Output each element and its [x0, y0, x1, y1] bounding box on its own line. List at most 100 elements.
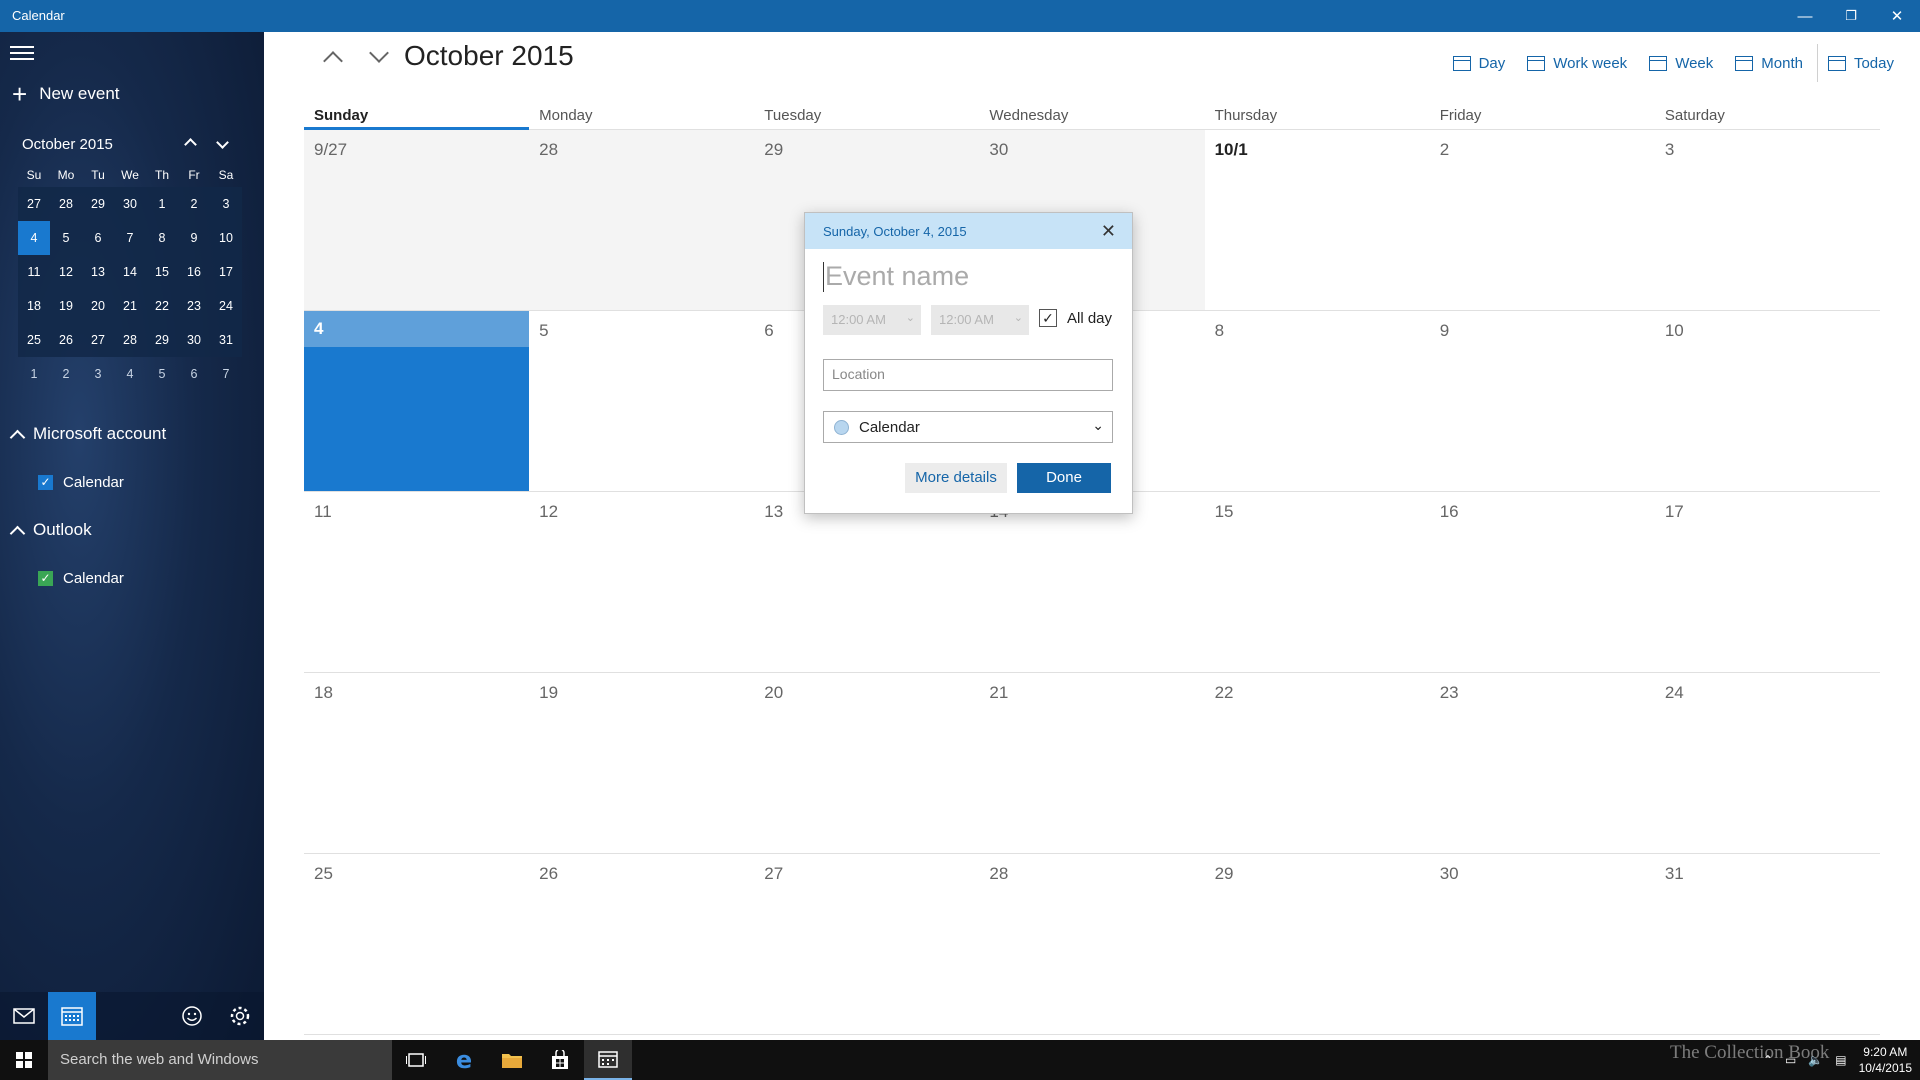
mini-day[interactable]: 30	[114, 187, 146, 221]
day-cell[interactable]: 19	[529, 673, 754, 853]
mini-day[interactable]: 7	[114, 221, 146, 255]
mini-day[interactable]: 5	[50, 221, 82, 255]
network-icon[interactable]: ▭	[1785, 1053, 1796, 1067]
mini-day[interactable]: 27	[18, 187, 50, 221]
start-time-select[interactable]: 12:00 AM ⌄	[823, 305, 921, 335]
day-cell[interactable]: 4	[304, 311, 530, 491]
taskbar-search-input[interactable]: Search the web and Windows	[48, 1040, 392, 1080]
more-details-button[interactable]: More details	[905, 463, 1007, 493]
mini-day[interactable]: 18	[18, 289, 50, 323]
mini-day[interactable]: 22	[146, 289, 178, 323]
checkbox-icon[interactable]: ✓	[38, 571, 53, 586]
close-icon[interactable]: ✕	[1101, 221, 1116, 242]
day-cell[interactable]: 17	[1655, 492, 1880, 672]
windows-start-icon[interactable]	[0, 1040, 48, 1080]
day-cell[interactable]: 10	[1655, 311, 1880, 491]
mini-day[interactable]: 6	[178, 357, 210, 391]
mini-day[interactable]: 20	[82, 289, 114, 323]
mini-day[interactable]: 29	[82, 187, 114, 221]
checkbox-checked-icon[interactable]: ✓	[1039, 309, 1057, 327]
new-event-button[interactable]: + New event	[12, 81, 120, 107]
mini-day[interactable]: 1	[18, 357, 50, 391]
day-cell[interactable]: 10/1	[1205, 130, 1430, 310]
mini-day[interactable]: 6	[82, 221, 114, 255]
mini-day[interactable]: 8	[146, 221, 178, 255]
mini-day[interactable]: 10	[210, 221, 242, 255]
day-cell[interactable]: 18	[304, 673, 529, 853]
calendar-select[interactable]: Calendar ⌄	[823, 411, 1113, 443]
day-cell[interactable]: 11	[304, 492, 529, 672]
day-cell[interactable]: 13	[754, 492, 979, 672]
event-name-input[interactable]: Event name	[823, 261, 969, 292]
view-week-button[interactable]: Week	[1649, 48, 1713, 78]
day-cell[interactable]: 22	[1205, 673, 1430, 853]
mini-day[interactable]: 4	[114, 357, 146, 391]
mini-day[interactable]: 2	[178, 187, 210, 221]
volume-icon[interactable]: 🔈	[1808, 1053, 1823, 1067]
end-time-select[interactable]: 12:00 AM ⌄	[931, 305, 1029, 335]
previous-month-icon[interactable]	[320, 44, 346, 71]
calendar-toggle-outlook[interactable]: ✓ Calendar	[38, 570, 124, 587]
mini-next-month-icon[interactable]	[216, 134, 229, 150]
mini-day[interactable]: 13	[82, 255, 114, 289]
today-button[interactable]: Today	[1827, 48, 1894, 78]
mini-day[interactable]: 21	[114, 289, 146, 323]
view-month-button[interactable]: Month	[1735, 48, 1803, 78]
mini-day[interactable]: 9	[178, 221, 210, 255]
mini-day[interactable]: 17	[210, 255, 242, 289]
day-cell[interactable]: 12	[529, 492, 754, 672]
day-cell[interactable]: 25	[304, 854, 529, 1034]
mini-day[interactable]: 26	[50, 323, 82, 357]
calendar-app-icon[interactable]	[48, 992, 96, 1040]
store-icon[interactable]	[536, 1040, 584, 1080]
mini-day[interactable]: 23	[178, 289, 210, 323]
day-cell[interactable]: 20	[754, 673, 979, 853]
day-cell[interactable]: 16	[1430, 492, 1655, 672]
day-cell[interactable]: 3	[1655, 130, 1880, 310]
view-day-button[interactable]: Day	[1452, 48, 1505, 78]
mini-day[interactable]: 29	[146, 323, 178, 357]
edge-browser-icon[interactable]: e	[440, 1040, 488, 1080]
checkbox-icon[interactable]: ✓	[38, 475, 53, 490]
mini-day[interactable]: 19	[50, 289, 82, 323]
day-cell[interactable]: 30	[1430, 854, 1655, 1034]
mini-day[interactable]: 2	[50, 357, 82, 391]
day-cell[interactable]: 9/27	[304, 130, 530, 310]
mini-day[interactable]: 14	[114, 255, 146, 289]
day-cell[interactable]: 28	[529, 130, 755, 310]
restore-button[interactable]: ❐	[1828, 0, 1874, 32]
action-center-icon[interactable]: ▤	[1835, 1053, 1846, 1067]
day-cell[interactable]: 8	[1205, 311, 1430, 491]
mini-day[interactable]: 3	[210, 187, 242, 221]
clock[interactable]: 9:20 AM 10/4/2015	[1859, 1044, 1912, 1076]
day-cell[interactable]: 2	[1430, 130, 1655, 310]
done-button[interactable]: Done	[1017, 463, 1111, 493]
mini-day[interactable]: 28	[50, 187, 82, 221]
mini-day[interactable]: 25	[18, 323, 50, 357]
mini-day[interactable]: 3	[82, 357, 114, 391]
mini-day[interactable]: 12	[50, 255, 82, 289]
day-cell[interactable]: 5	[529, 311, 754, 491]
mini-day[interactable]: 16	[178, 255, 210, 289]
calendar-toggle-microsoft[interactable]: ✓ Calendar	[38, 474, 124, 491]
mini-day[interactable]: 1	[146, 187, 178, 221]
next-month-icon[interactable]	[366, 43, 392, 70]
account-microsoft[interactable]: Microsoft account	[9, 424, 166, 445]
mini-day[interactable]: 5	[146, 357, 178, 391]
mini-day[interactable]: 11	[18, 255, 50, 289]
day-cell[interactable]: 29	[1205, 854, 1430, 1034]
day-cell[interactable]: 21	[979, 673, 1204, 853]
day-cell[interactable]: 9	[1430, 311, 1655, 491]
mini-prev-month-icon[interactable]	[184, 134, 197, 152]
all-day-checkbox[interactable]: ✓ All day	[1039, 309, 1112, 327]
mail-icon[interactable]	[0, 992, 48, 1040]
location-input[interactable]: Location	[823, 359, 1113, 391]
mini-day[interactable]: 24	[210, 289, 242, 323]
close-button[interactable]: ✕	[1874, 0, 1920, 32]
settings-gear-icon[interactable]	[216, 992, 264, 1040]
day-cell[interactable]: 14	[979, 492, 1204, 672]
day-cell[interactable]: 27	[754, 854, 979, 1034]
day-cell[interactable]: 28	[979, 854, 1204, 1034]
mini-day[interactable]: 28	[114, 323, 146, 357]
mini-day[interactable]: 27	[82, 323, 114, 357]
